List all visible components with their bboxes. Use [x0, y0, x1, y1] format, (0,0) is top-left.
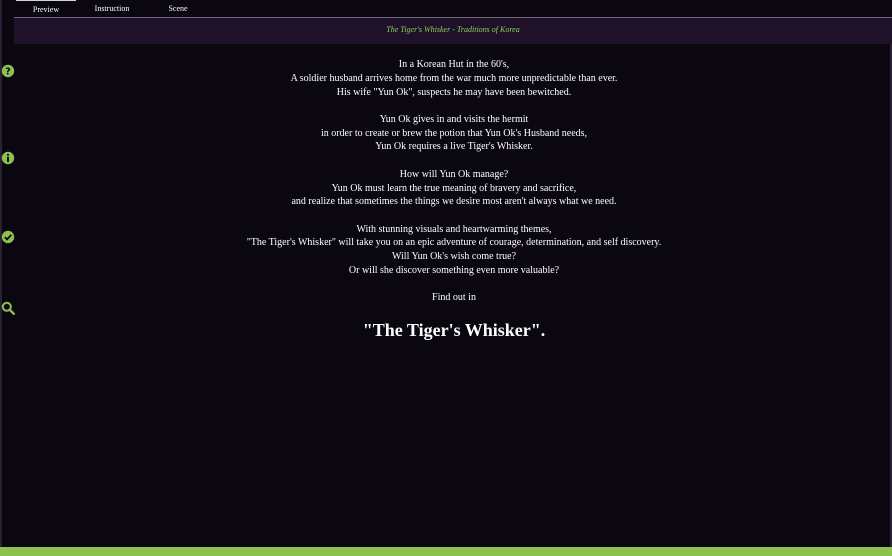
top-nav: Preview Instruction Scene [14, 0, 892, 18]
story-paragraph-5: Find out in [16, 291, 892, 305]
story-line: and realize that sometimes the things we… [291, 196, 617, 208]
help-icon[interactable]: ? [1, 64, 15, 78]
story-paragraph-1: In a Korean Hut in the 60's, A soldier h… [16, 58, 892, 99]
check-icon[interactable] [1, 230, 15, 244]
story-content: In a Korean Hut in the 60's, A soldier h… [16, 58, 892, 341]
bottom-bar [0, 547, 892, 556]
story-finale-title: "The Tiger's Whisker". [362, 319, 546, 340]
search-icon[interactable] [1, 301, 15, 315]
story-line: In a Korean Hut in the 60's, [398, 59, 510, 70]
story-line: Find out in [432, 292, 476, 304]
svg-text:?: ? [5, 66, 11, 77]
story-line: Or will she discover something even more… [348, 265, 560, 277]
page-title: The Tiger's Whisker - Traditions of Kore… [386, 25, 520, 34]
info-icon[interactable] [1, 151, 15, 165]
story-line: in order to create or brew the potion th… [320, 127, 588, 139]
title-bar: The Tiger's Whisker - Traditions of Kore… [14, 18, 892, 44]
story-line: With stunning visuals and heartwarming t… [356, 223, 552, 235]
story-line: "The Tiger's Whisker" will take you on a… [246, 237, 662, 249]
story-line: His wife "Yun Ok", suspects he may have … [336, 86, 572, 98]
story-paragraph-3: How will Yun Ok manage? Yun Ok must lear… [16, 168, 892, 209]
sidebar-icons: ? [0, 60, 16, 320]
app-window: Preview Instruction Scene The Tiger's Wh… [0, 0, 892, 556]
story-line: Yun Ok requires a live Tiger's Whisker. [375, 141, 533, 153]
story-paragraph-2: Yun Ok gives in and visits the hermit in… [16, 113, 892, 154]
tab-scene[interactable]: Scene [148, 0, 208, 17]
story-paragraph-4: With stunning visuals and heartwarming t… [16, 223, 892, 278]
story-line: Yun Ok must learn the true meaning of br… [331, 182, 577, 194]
tab-preview[interactable]: Preview [16, 0, 76, 18]
tab-instruction[interactable]: Instruction [82, 0, 142, 17]
story-line: How will Yun Ok manage? [399, 168, 509, 180]
story-line: A soldier husband arrives home from the … [290, 72, 618, 84]
story-line: Yun Ok gives in and visits the hermit [379, 113, 529, 125]
story-line: Will Yun Ok's wish come true? [391, 251, 517, 263]
